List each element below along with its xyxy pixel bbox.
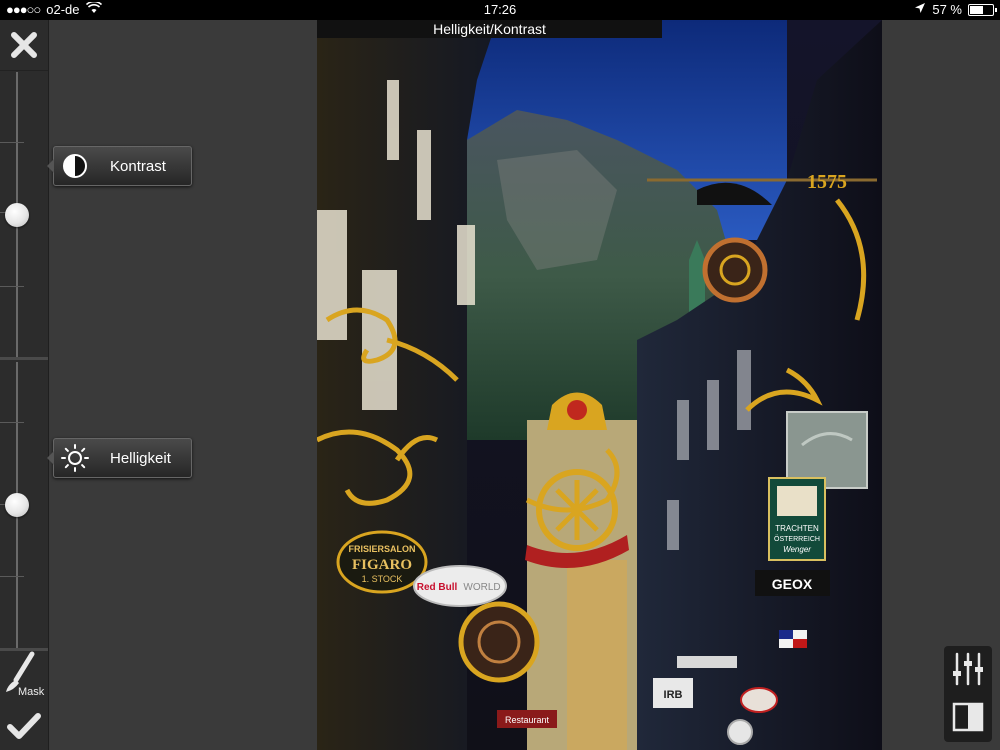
- sign-year: 1575: [807, 171, 847, 193]
- battery-percent: 57 %: [932, 2, 962, 17]
- sign-oesterreich: ÖSTERREICH: [774, 535, 820, 543]
- clock: 17:26: [483, 2, 517, 17]
- battery-icon: [968, 3, 997, 16]
- helligkeit-tool-label[interactable]: Helligkeit: [47, 438, 192, 478]
- contrast-icon: [63, 154, 87, 178]
- close-button[interactable]: [0, 20, 48, 71]
- tool-strip: Mask: [0, 20, 49, 750]
- close-icon: [11, 32, 37, 58]
- kontrast-label: Kontrast: [110, 157, 166, 175]
- sign-restaurant: Restaurant: [505, 715, 550, 725]
- kontrast-slider-knob[interactable]: [5, 203, 29, 227]
- sign-irb: IRB: [664, 689, 683, 701]
- helligkeit-slider-knob[interactable]: [5, 493, 29, 517]
- helligkeit-label: Helligkeit: [110, 449, 171, 467]
- location-arrow-icon: [914, 2, 926, 17]
- adjustments-button[interactable]: [944, 646, 992, 692]
- sign-stock: 1. STOCK: [362, 574, 403, 584]
- page-title: Helligkeit/Kontrast: [317, 20, 662, 38]
- kontrast-slider[interactable]: [0, 72, 48, 357]
- compare-icon: [952, 702, 984, 732]
- brightness-icon: [61, 444, 89, 472]
- helligkeit-slider[interactable]: [0, 362, 48, 648]
- sliders-icon: [953, 652, 983, 686]
- kontrast-tool-label[interactable]: Kontrast: [47, 146, 192, 186]
- sign-redbull: Red Bull: [417, 582, 458, 593]
- mask-button[interactable]: Mask: [0, 648, 48, 700]
- sign-figaro: FIGARO: [352, 557, 412, 573]
- status-bar: ●●●○○ o2-de 17:26 57 %: [0, 0, 1000, 20]
- sign-geox: GEOX: [772, 576, 813, 592]
- sign-world: WORLD: [463, 582, 500, 593]
- sign-wenger: Wenger: [783, 545, 811, 554]
- checkmark-icon: [7, 713, 41, 739]
- view-controls: [944, 646, 992, 742]
- sign-trachten: TRACHTEN: [775, 524, 819, 533]
- photo-image: 1575 TRACHTEN ÖSTERREICH Wenger GEOX FRI…: [317, 20, 882, 750]
- sign-frisiersalon: FRISIERSALON: [348, 544, 415, 554]
- photo-canvas[interactable]: 1575 TRACHTEN ÖSTERREICH Wenger GEOX FRI…: [317, 20, 882, 750]
- mask-label: Mask: [18, 686, 45, 698]
- divider: [0, 357, 48, 360]
- apply-button[interactable]: [0, 704, 48, 748]
- compare-button[interactable]: [944, 694, 992, 740]
